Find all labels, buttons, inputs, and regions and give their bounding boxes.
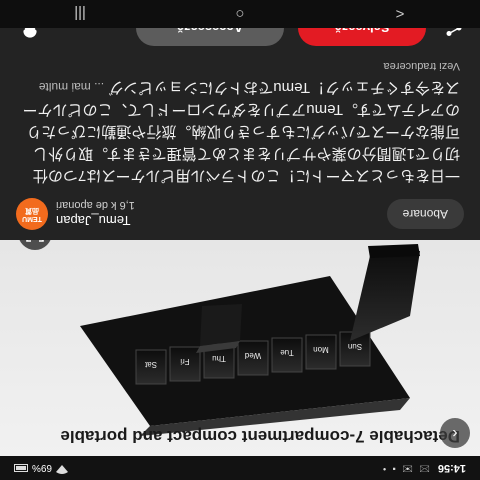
battery-icon [14,464,28,472]
pill-organizer-illustration: Sun Mon Tue Wed Thu Fri Sat [80,244,420,436]
wifi-icon [56,462,69,475]
status-bar: 14:56 🖂 ✉ ▪ • 69% [0,456,480,480]
channel-info[interactable]: Temu_Japan 1,6 k de aponari [56,200,135,229]
logo-text-line2: 品質 [25,207,39,214]
channel-followers: 1,6 k de aponari [56,199,135,212]
pin-details-panel: Abonare Temu_Japan 1,6 k de aponari TEMU… [0,0,480,240]
status-time: 14:56 [437,462,466,474]
back-button[interactable]: ‹ [440,418,470,448]
notification-icons: 🖂 ✉ ▪ • [380,464,430,474]
product-image[interactable]: Sun Mon Tue Wed Thu Fri Sat Detachable 7-compa… [0,240,480,456]
channel-avatar[interactable]: TEMU 品質 [16,198,48,230]
subscribe-button[interactable]: Abonare [386,199,464,229]
status-right: 69% [14,462,69,475]
pin-description: 一日をもっとスマートに！このトラベル用ピルケースは7つの仕切りで1週間分の薬やサ… [20,76,460,186]
day-label: Sat [144,360,157,369]
system-nav-bar: < ○ ||| [0,0,480,28]
screen: 14:56 🖂 ✉ ▪ • 69% Sun Mon Tue Wed Thu Fri Sat [0,0,480,480]
nav-recents-button[interactable]: ||| [50,6,110,23]
channel-row: Abonare Temu_Japan 1,6 k de aponari TEMU… [16,196,464,232]
lens-search-icon [26,240,44,242]
chevron-left-icon: ‹ [452,425,458,442]
day-label: Sun [348,342,362,351]
day-label: Mon [313,345,329,354]
channel-name[interactable]: Temu_Japan [56,214,135,229]
day-label: Tue [280,348,294,357]
logo-text-line1: TEMU [22,215,42,222]
more-link[interactable]: ... mai multe [39,80,104,94]
battery-percent: 69% [32,462,53,474]
translate-link[interactable]: Vezi traducerea [384,60,460,72]
product-title: Detachable 7-compartment compact and por… [60,427,460,446]
description-text: 一日をもっとスマートに！このトラベル用ピルケースは7つの仕切りで1週間分の薬やサ… [22,79,460,184]
day-label: Thu [212,354,226,363]
nav-back-button[interactable]: < [370,6,430,23]
nav-home-button[interactable]: ○ [210,6,270,23]
day-label: Wed [245,351,261,360]
day-label: Fri [180,357,190,366]
